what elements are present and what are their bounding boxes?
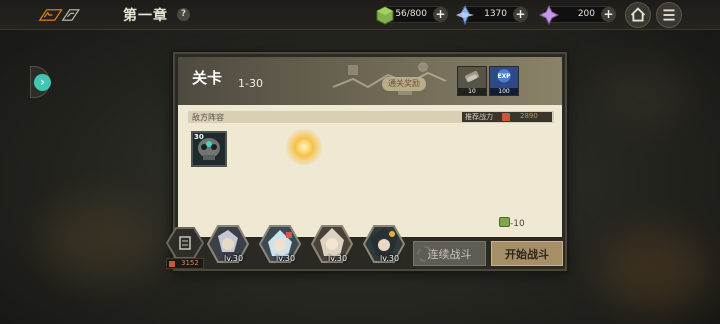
power-icon	[502, 113, 510, 121]
chapter-title: 第一章	[123, 8, 168, 24]
hero-level: lv.30	[380, 254, 400, 263]
help-button[interactable]: ?	[177, 8, 190, 21]
add-crystal-button[interactable]: +	[513, 7, 528, 22]
lineup-button[interactable]	[165, 226, 205, 260]
stage-header: 关卡 1-30 通关奖励 10 EXP 100	[178, 57, 562, 105]
material-item-icon	[464, 70, 480, 83]
top-bar: 第一章 ? 56/800 + 1370 + 200 +	[0, 0, 720, 30]
menu-icon	[663, 9, 675, 21]
auto-battle-button[interactable]: 连续战斗	[413, 241, 486, 266]
back-button[interactable]	[34, 2, 114, 28]
reward-count: 10	[458, 88, 486, 95]
reward-item-exp[interactable]: EXP 100	[489, 66, 519, 96]
stage-number: 1-30	[238, 77, 263, 90]
gem-value: 200	[577, 9, 595, 19]
stamina-cube-icon	[376, 6, 394, 25]
stage-title: 关卡	[192, 69, 223, 87]
home-button[interactable]	[625, 2, 651, 28]
stamina-cost: -10	[510, 219, 525, 229]
start-battle-label: 开始战斗	[505, 248, 549, 261]
hero-level: lv.30	[276, 254, 296, 263]
add-gem-button[interactable]: +	[601, 7, 616, 22]
enemy-section-bar: 敌方阵容 推荐战力 2890	[188, 111, 554, 123]
auto-battle-label: 连续战斗	[427, 248, 472, 261]
stamina-value: 56/800	[395, 9, 427, 19]
blue-crystal-icon	[456, 4, 474, 26]
crystal-value: 1370	[484, 9, 507, 19]
enemy-section-label: 敌方阵容	[192, 113, 224, 122]
hero-level: lv.30	[328, 254, 348, 263]
home-icon	[630, 7, 646, 22]
add-stamina-button[interactable]: +	[433, 7, 448, 22]
menu-button[interactable]	[656, 2, 682, 28]
hero-slot-1[interactable]: lv.30	[206, 222, 250, 266]
recommended-power-value: 2890	[520, 112, 538, 120]
loading-glow-icon	[286, 129, 322, 165]
stamina-cube-icon	[499, 217, 510, 227]
enemy-level: 30	[194, 133, 204, 141]
exp-label: EXP	[498, 74, 512, 80]
clear-reward-label: 通关奖励	[382, 77, 426, 91]
hero-slot-4[interactable]: lv.30	[362, 222, 406, 266]
purple-gem-icon	[538, 4, 560, 26]
team-power: 3152	[166, 258, 204, 269]
exp-icon: EXP	[497, 69, 512, 83]
reward-item-material[interactable]: 10	[457, 66, 487, 96]
resource-stamina: 56/800 +	[376, 6, 448, 25]
hero-slot-2[interactable]: lv.30	[258, 222, 302, 266]
recommended-power-label: 推荐战力	[465, 113, 493, 121]
team-power-value: 3152	[181, 259, 199, 267]
gear-icon	[417, 246, 433, 262]
reward-count: 100	[490, 88, 518, 95]
recommended-power: 推荐战力 2890	[462, 112, 552, 122]
enemy-panel: 敌方阵容 推荐战力 2890 30 -10	[178, 105, 562, 237]
power-icon	[169, 261, 175, 267]
resource-gem: 200 +	[538, 4, 616, 26]
hero-level: lv.30	[224, 254, 244, 263]
start-battle-button[interactable]: 开始战斗	[491, 241, 563, 266]
lineup-icon	[165, 227, 205, 259]
hero-slot-3[interactable]: lv.30	[310, 222, 354, 266]
enemy-unit-card[interactable]: 30	[191, 131, 227, 167]
chevron-right-icon: ›	[34, 74, 51, 91]
resource-crystal: 1370 +	[456, 4, 528, 26]
back-logo-icon	[38, 9, 80, 21]
